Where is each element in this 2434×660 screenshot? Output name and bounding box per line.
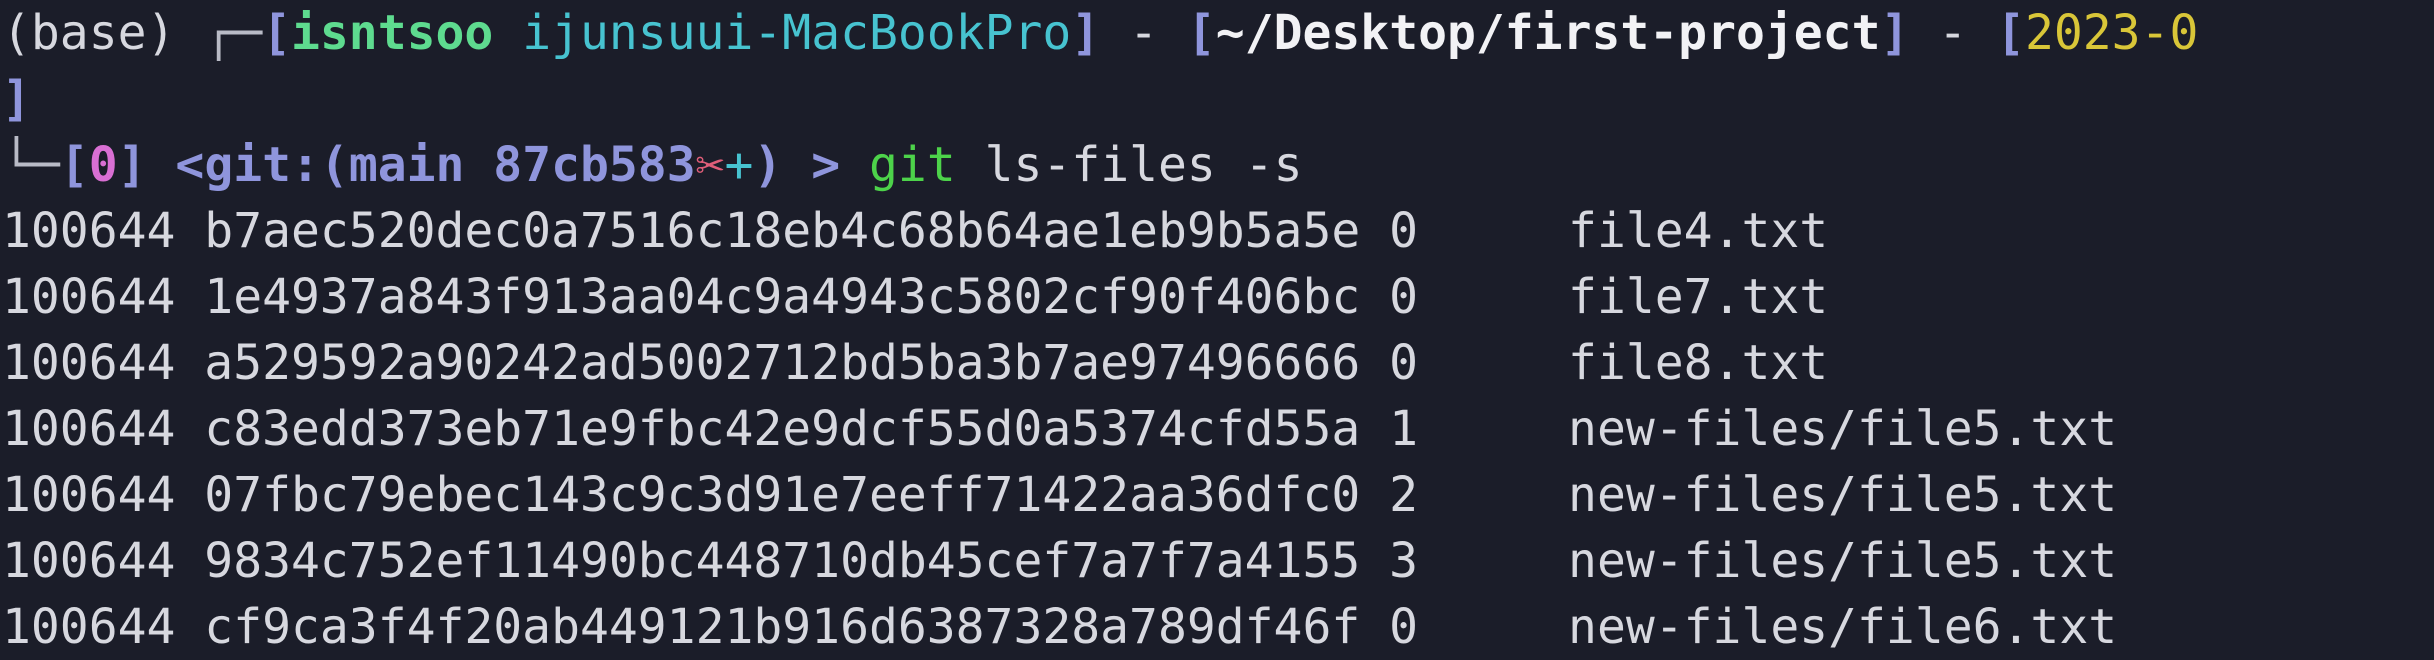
prompt-line-2[interactable]: └─[0] <git:(main 87cb583✂+) > git ls-fil…	[2, 132, 1303, 198]
output-row: 100644 c83edd373eb71e9fbc42e9dcf55d0a537…	[2, 396, 2117, 462]
bracket-close-path: ]	[1880, 5, 1910, 61]
git-branch: main 87cb583	[348, 137, 696, 193]
box-corner-bottom: └─	[2, 137, 60, 193]
row-stage: 1	[1389, 401, 1419, 457]
scissors-icon: ✂	[695, 137, 725, 193]
row-file: new-files/file5.txt	[1568, 401, 2118, 457]
prompt-line-1: (base) ┌─[isntsoo ijunsuui-MacBookPro] -…	[2, 0, 2198, 66]
output-row: 100644 07fbc79ebec143c9c3d91e7eeff71422a…	[2, 462, 2117, 528]
row-mode: 100644	[2, 269, 176, 325]
prompt-index: 0	[88, 137, 118, 193]
bracket-open: [	[262, 5, 291, 61]
command-args: ls-files -s	[984, 137, 1303, 193]
row-hash: b7aec520dec0a7516c18eb4c68b64ae1eb9b5a5e	[204, 203, 1361, 259]
row-hash: c83edd373eb71e9fbc42e9dcf55d0a5374cfd55a	[204, 401, 1361, 457]
bracket-close: ]	[1071, 5, 1101, 61]
separator-2: -	[1909, 5, 1997, 61]
bracket-open-path: [	[1186, 5, 1216, 61]
box-corner-top: ┌─	[204, 5, 263, 61]
row-stage: 0	[1389, 335, 1419, 391]
bracket-open-index: [	[59, 137, 89, 193]
prompt-line-wrap: ]	[2, 66, 31, 132]
bracket-close-date: ]	[2, 71, 31, 127]
plus-icon: +	[724, 137, 754, 193]
prompt-host: ijunsuui-MacBookPro	[522, 5, 1072, 61]
terminal-window[interactable]: (base) ┌─[isntsoo ijunsuui-MacBookPro] -…	[0, 0, 2434, 660]
row-stage: 0	[1389, 599, 1419, 655]
git-prefix: <git:(	[175, 137, 349, 193]
prompt-date: 2023-0	[2024, 5, 2199, 61]
row-stage: 0	[1389, 269, 1419, 325]
row-hash: 07fbc79ebec143c9c3d91e7eeff71422aa36dfc0	[204, 467, 1361, 523]
prompt-arrow-icon: >	[811, 137, 841, 193]
row-file: new-files/file5.txt	[1568, 467, 2118, 523]
output-row: 100644 b7aec520dec0a7516c18eb4c68b64ae1e…	[2, 198, 1828, 264]
conda-env: (base)	[2, 5, 176, 61]
row-mode: 100644	[2, 203, 176, 259]
output-row: 100644 a529592a90242ad5002712bd5ba3b7ae9…	[2, 330, 1828, 396]
row-file: new-files/file6.txt	[1568, 599, 2118, 655]
row-hash: 1e4937a843f913aa04c9a4943c5802cf90f406bc	[204, 269, 1361, 325]
bracket-open-date: [	[1996, 5, 2025, 61]
git-suffix: )	[753, 137, 783, 193]
row-mode: 100644	[2, 335, 176, 391]
row-hash: 9834c752ef11490bc448710db45cef7a7f7a4155	[204, 533, 1361, 589]
command-name: git	[869, 137, 956, 193]
output-row: 100644 1e4937a843f913aa04c9a4943c5802cf9…	[2, 264, 1828, 330]
output-row: 100644 cf9ca3f4f20ab449121b916d6387328a7…	[2, 594, 2117, 660]
output-row: 100644 9834c752ef11490bc448710db45cef7a7…	[2, 528, 2117, 594]
row-mode: 100644	[2, 467, 176, 523]
bracket-close-index: ]	[117, 137, 147, 193]
prompt-path: ~/Desktop/first-project	[1215, 5, 1881, 61]
row-mode: 100644	[2, 401, 176, 457]
separator: -	[1100, 5, 1187, 61]
row-stage: 3	[1389, 533, 1419, 589]
row-stage: 0	[1389, 203, 1419, 259]
row-file: file4.txt	[1568, 203, 1829, 259]
row-mode: 100644	[2, 533, 176, 589]
row-file: file7.txt	[1568, 269, 1829, 325]
row-stage: 2	[1389, 467, 1419, 523]
row-file: new-files/file5.txt	[1568, 533, 2118, 589]
row-file: file8.txt	[1568, 335, 1829, 391]
row-hash: cf9ca3f4f20ab449121b916d6387328a789df46f	[204, 599, 1361, 655]
row-mode: 100644	[2, 599, 176, 655]
prompt-user: isntsoo	[291, 5, 494, 61]
row-hash: a529592a90242ad5002712bd5ba3b7ae97496666	[204, 335, 1361, 391]
